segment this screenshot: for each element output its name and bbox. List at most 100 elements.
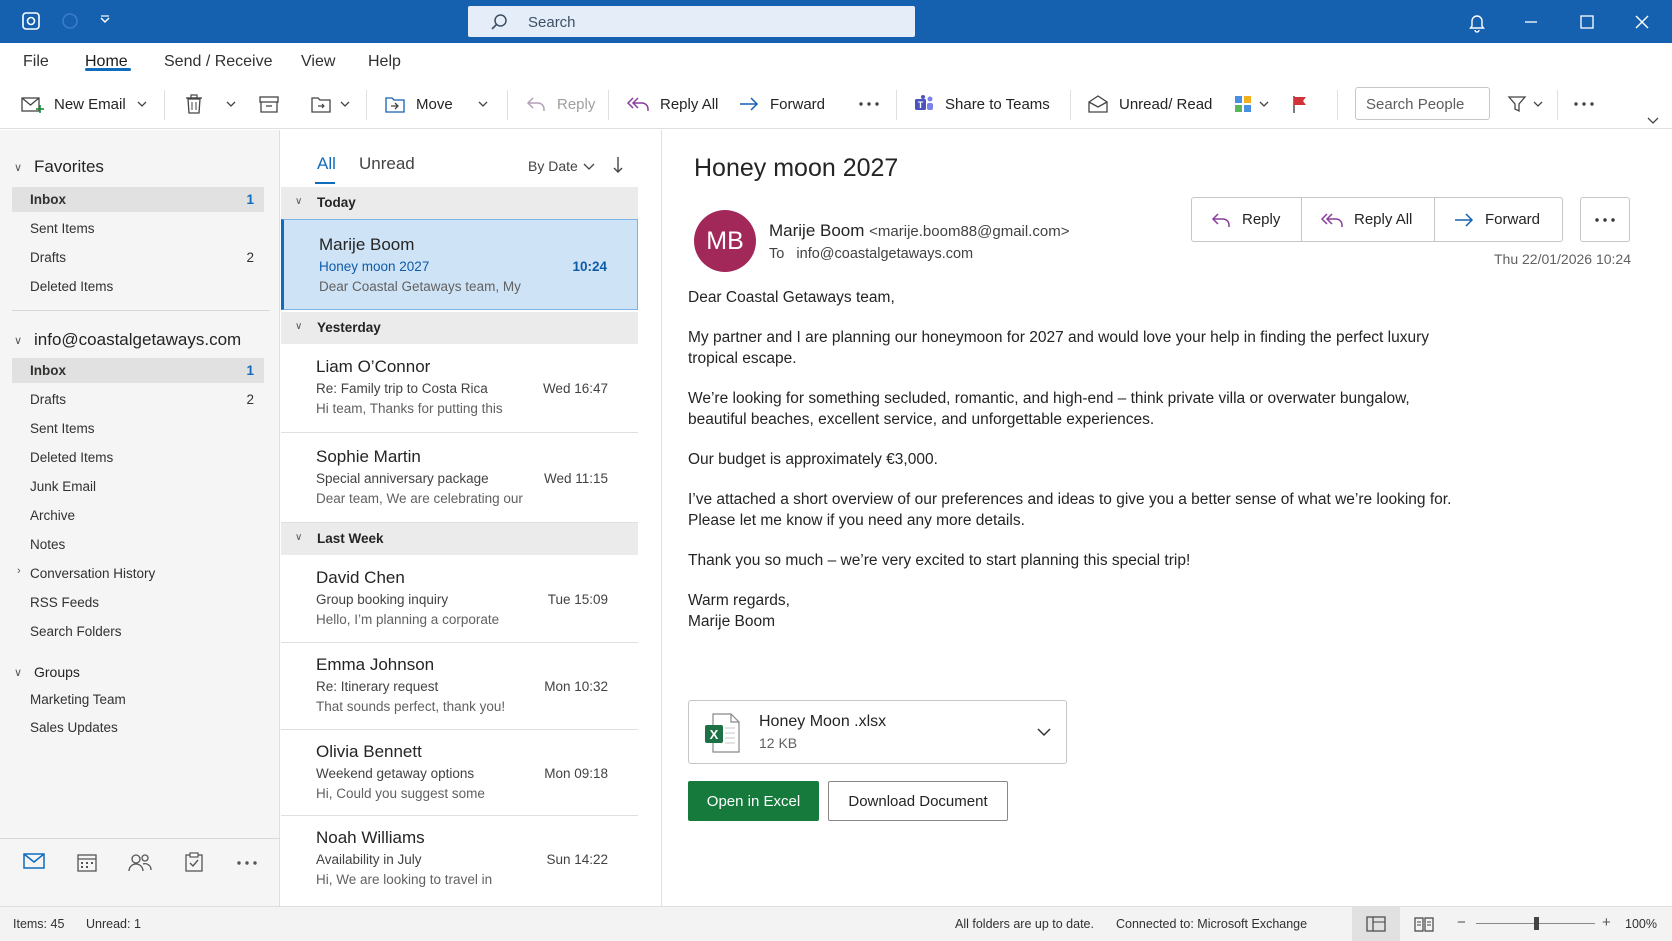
people-icon[interactable]	[128, 852, 152, 872]
new-email-dropdown[interactable]	[137, 91, 157, 117]
filter-all-tab[interactable]: All	[317, 154, 336, 174]
move-dropdown[interactable]	[478, 91, 498, 117]
favorite-deleted-items[interactable]: Deleted Items	[12, 274, 264, 299]
move-to-folder-button[interactable]	[310, 91, 360, 117]
account-header[interactable]: ∨ info@coastalgetaways.com	[14, 330, 241, 350]
tab-view[interactable]: View	[301, 53, 335, 71]
reading-view-button[interactable]	[1414, 916, 1434, 932]
group-header-yesterday[interactable]: ∨ Yesterday	[281, 312, 638, 344]
folder-label: Archive	[30, 508, 76, 523]
quick-access-chevron-icon[interactable]	[99, 14, 111, 26]
chevron-down-icon: ∨	[14, 334, 23, 347]
tab-help[interactable]: Help	[368, 53, 401, 71]
folder-conversation-history[interactable]: › Conversation History	[12, 561, 264, 586]
categorize-button[interactable]	[1233, 91, 1279, 117]
message-time: Mon 10:32	[544, 679, 608, 694]
ribbon-more-button[interactable]	[1573, 91, 1605, 117]
message-item[interactable]: David Chen Group booking inquiry Tue 15:…	[281, 555, 638, 643]
delete-button[interactable]	[184, 91, 214, 117]
favorite-inbox[interactable]: Inbox 1	[12, 187, 264, 212]
sort-direction-arrow-icon[interactable]	[612, 156, 624, 174]
maximize-button[interactable]	[1576, 11, 1598, 33]
group-marketing-team[interactable]: Marketing Team	[12, 687, 264, 712]
app-settings-icon[interactable]	[20, 10, 42, 32]
folder-junk-email[interactable]: Junk Email	[12, 474, 264, 499]
zoom-in-button[interactable]: +	[1602, 914, 1611, 931]
group-header-last-week[interactable]: ∨ Last Week	[281, 523, 638, 555]
folder-archive[interactable]: Archive	[12, 503, 264, 528]
archive-button[interactable]	[258, 91, 290, 117]
zoom-slider-thumb[interactable]	[1534, 917, 1539, 930]
move-button[interactable]: Move	[384, 91, 453, 117]
sort-by-date-dropdown[interactable]: By Date	[528, 158, 595, 174]
move-icon	[385, 97, 405, 113]
avatar[interactable]: MB	[694, 210, 756, 272]
group-label: Today	[317, 195, 356, 210]
group-sales-updates[interactable]: Sales Updates	[12, 715, 264, 740]
favorites-header[interactable]: ∨ Favorites	[14, 157, 104, 177]
message-item[interactable]: Noah Williams Availability in July Sun 1…	[281, 816, 638, 906]
mail-icon[interactable]	[23, 852, 45, 870]
flag-icon	[1293, 96, 1306, 113]
recipient-address[interactable]: info@coastalgetaways.com	[796, 246, 973, 262]
notifications-bell-icon[interactable]	[1466, 11, 1488, 33]
more-respond-options-button[interactable]	[858, 91, 890, 117]
folder-notes[interactable]: Notes	[12, 532, 264, 557]
favorite-sent-items[interactable]: Sent Items	[12, 216, 264, 241]
close-button[interactable]	[1631, 11, 1653, 33]
pane-reply-all-button[interactable]: Reply All	[1302, 198, 1435, 241]
tab-send-receive[interactable]: Send / Receive	[164, 53, 273, 71]
follow-up-flag-button[interactable]	[1291, 91, 1319, 117]
folder-sent-items[interactable]: Sent Items	[12, 416, 264, 441]
items-count: Items: 45	[13, 917, 65, 931]
search-placeholder: Search	[528, 14, 576, 31]
tab-file[interactable]: File	[23, 53, 49, 71]
message-item[interactable]: Sophie Martin Special anniversary packag…	[281, 433, 638, 523]
filter-email-button[interactable]	[1507, 91, 1553, 117]
reply-button[interactable]: Reply	[525, 91, 595, 117]
normal-view-icon	[1366, 916, 1386, 932]
zoom-level: 100%	[1625, 917, 1657, 931]
chevron-down-icon	[1533, 101, 1543, 107]
message-item[interactable]: Emma Johnson Re: Itinerary request Mon 1…	[281, 643, 638, 730]
chevron-down-icon	[226, 101, 236, 107]
groups-header[interactable]: ∨ Groups	[14, 664, 80, 680]
more-actions-button[interactable]	[1580, 197, 1630, 242]
normal-view-button[interactable]	[1352, 907, 1400, 941]
folder-inbox[interactable]: Inbox 1	[12, 358, 264, 383]
sender-name[interactable]: Marije Boom	[769, 221, 864, 240]
message-sender: Liam O’Connor	[316, 357, 431, 376]
folder-label: Inbox	[30, 192, 66, 207]
sync-icon[interactable]	[60, 11, 80, 31]
attachment-card[interactable]: X Honey Moon .xlsx 12 KB	[688, 700, 1067, 764]
tasks-icon[interactable]	[184, 852, 204, 872]
minimize-button[interactable]	[1520, 11, 1542, 33]
group-header-today[interactable]: ∨ Today	[281, 187, 638, 219]
folder-search-folders[interactable]: Search Folders	[12, 619, 264, 644]
pane-reply-button[interactable]: Reply	[1192, 198, 1302, 241]
new-email-button[interactable]: New Email	[20, 91, 126, 117]
download-document-button[interactable]: Download Document	[828, 781, 1008, 821]
calendar-icon[interactable]	[76, 852, 98, 872]
more-icon	[859, 102, 879, 106]
forward-button[interactable]: Forward	[738, 91, 825, 117]
folder-deleted-items[interactable]: Deleted Items	[12, 445, 264, 470]
open-in-excel-button[interactable]: Open in Excel	[688, 781, 819, 821]
pane-forward-button[interactable]: Forward	[1435, 198, 1562, 241]
delete-dropdown[interactable]	[226, 91, 246, 117]
attachment-options-chevron-icon[interactable]	[1037, 727, 1051, 737]
message-item-selected[interactable]: Marije Boom Honey moon 2027 10:24 Dear C…	[281, 219, 638, 310]
favorite-drafts[interactable]: Drafts 2	[12, 245, 264, 270]
folder-drafts[interactable]: Drafts 2	[12, 387, 264, 412]
unread-read-button[interactable]: Unread/ Read	[1087, 91, 1212, 117]
zoom-out-button[interactable]: −	[1457, 914, 1466, 931]
folder-rss-feeds[interactable]: RSS Feeds	[12, 590, 264, 615]
message-item[interactable]: Olivia Bennett Weekend getaway options M…	[281, 730, 638, 816]
message-item[interactable]: Liam O’Connor Re: Family trip to Costa R…	[281, 344, 638, 433]
filter-unread-tab[interactable]: Unread	[359, 154, 415, 174]
search-input[interactable]: Search	[468, 6, 915, 37]
more-apps-icon[interactable]	[236, 860, 258, 866]
share-to-teams-button[interactable]: T Share to Teams	[913, 91, 1050, 117]
reply-all-button[interactable]: Reply All	[626, 91, 718, 117]
search-people-input[interactable]: Search People	[1355, 87, 1490, 120]
